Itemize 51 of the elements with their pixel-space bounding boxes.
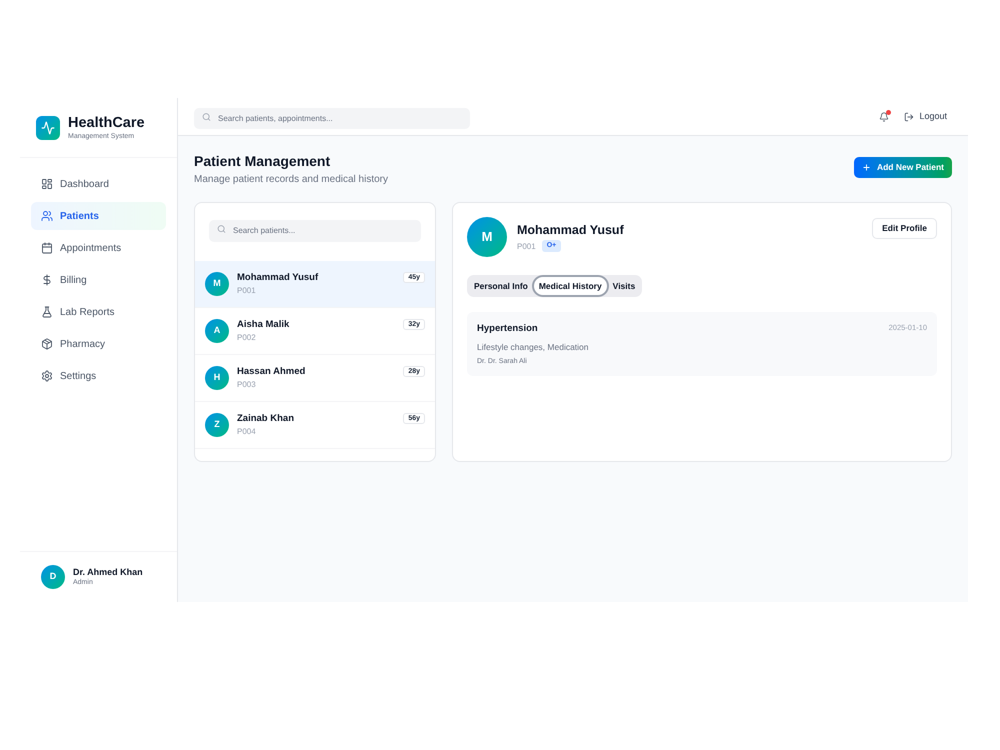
- nav-item[interactable]: Pharmacy: [31, 330, 166, 358]
- page-subtitle: Manage patient records and medical history: [194, 173, 388, 187]
- plus-icon: [862, 163, 871, 172]
- package-icon: [41, 338, 53, 350]
- patient-name: Zainab Khan: [237, 412, 296, 425]
- patient-id: P003: [237, 379, 257, 390]
- condition-title: Hypertension: [477, 322, 538, 336]
- logout-icon: [904, 112, 914, 122]
- patient-detail-name: Mohammad Yusuf: [517, 222, 624, 238]
- calendar-icon: [41, 242, 53, 254]
- logout-button[interactable]: Logout: [904, 110, 947, 124]
- search-field[interactable]: Search patients, appointments...: [194, 108, 470, 128]
- patient-detail-id: P001: [517, 240, 536, 252]
- bell-icon: [879, 112, 890, 122]
- avatar: H: [205, 366, 229, 390]
- patient-search-field[interactable]: Search patients...: [209, 220, 421, 242]
- patient-id: P004: [237, 426, 257, 437]
- notifications-button[interactable]: [877, 110, 892, 124]
- patient-id: P002: [237, 332, 257, 343]
- nav-item[interactable]: Dashboard: [31, 170, 166, 198]
- edit-profile-button[interactable]: Edit Profile: [872, 218, 937, 239]
- pulse-logo-icon: [36, 116, 60, 140]
- treatment-text: Lifestyle changes, Medication: [477, 341, 590, 353]
- dollar-sign-icon: [41, 274, 53, 286]
- avatar: D: [41, 565, 65, 589]
- people-icon: [41, 210, 53, 222]
- tab[interactable]: Visits: [608, 277, 640, 295]
- patient-id: P001: [237, 285, 257, 296]
- search-icon: [202, 112, 211, 121]
- avatar: Z: [205, 412, 229, 436]
- tab[interactable]: Personal Info: [469, 277, 533, 295]
- brand-name: HealthCare: [68, 114, 145, 132]
- nav-item[interactable]: Settings: [31, 362, 166, 390]
- nav-item[interactable]: Patients: [31, 202, 166, 230]
- layout-grid-icon: [41, 178, 53, 190]
- avatar: M: [205, 272, 229, 296]
- avatar: A: [205, 318, 229, 342]
- nav-item[interactable]: Appointments: [31, 234, 166, 262]
- tab[interactable]: Medical History: [534, 277, 607, 295]
- settings-icon: [41, 370, 53, 382]
- search-icon: [217, 224, 226, 234]
- patient-name: Hassan Ahmed: [237, 365, 306, 378]
- page-title: Patient Management: [194, 152, 332, 170]
- nav-item[interactable]: Lab Reports: [31, 298, 166, 326]
- user-name: Dr. Ahmed Khan: [73, 566, 143, 578]
- flask-icon: [41, 306, 53, 318]
- add-patient-button[interactable]: Add New Patient: [854, 157, 952, 178]
- patient-name: Aisha Malik: [237, 318, 290, 331]
- patient-name: Mohammad Yusuf: [237, 271, 320, 284]
- avatar: M: [467, 217, 507, 257]
- nav-item[interactable]: Billing: [31, 266, 166, 294]
